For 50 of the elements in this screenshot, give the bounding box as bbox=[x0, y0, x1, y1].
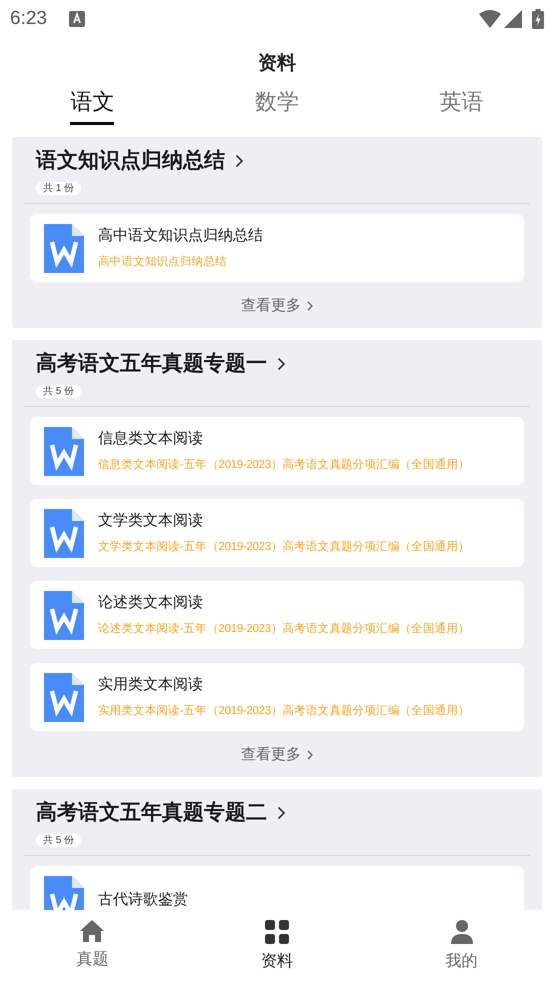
document-description: 实用类文本阅读-五年（2019-2023）高考语文真题分项汇编（全国通用） bbox=[98, 704, 470, 718]
section-title[interactable]: 语文知识点归纳总结 bbox=[36, 147, 244, 175]
document-title: 文学类文本阅读 bbox=[98, 512, 204, 530]
document-title: 信息类文本阅读 bbox=[98, 430, 204, 448]
document-item[interactable]: 信息类文本阅读 信息类文本阅读-五年（2019-2023）高考语文真题分项汇编（全国通用） bbox=[30, 417, 524, 485]
document-item[interactable]: 文学类文本阅读 文学类文本阅读-五年（2019-2023）高考语文真题分项汇编（全国通用） bbox=[30, 499, 524, 567]
document-title: 实用类文本阅读 bbox=[98, 676, 204, 694]
signal-icon bbox=[504, 10, 522, 28]
word-document-icon bbox=[44, 224, 84, 272]
chevron-right-icon bbox=[277, 357, 286, 371]
chevron-right-icon bbox=[235, 154, 244, 168]
keyboard-icon bbox=[68, 11, 85, 27]
nav-tab[interactable]: 我的 bbox=[369, 910, 554, 984]
page-title: 资料 bbox=[258, 52, 296, 76]
nav-tab[interactable]: 真题 bbox=[0, 910, 185, 984]
document-description: 高中语文知识点归纳总结 bbox=[98, 255, 228, 269]
document-description: 文学类文本阅读-五年（2019-2023）高考语文真题分项汇编（全国通用） bbox=[98, 540, 470, 554]
count-badge: 共 1 份 bbox=[36, 182, 82, 195]
subject-tab[interactable]: 语文 bbox=[70, 86, 114, 125]
view-more-link[interactable]: 查看更多 bbox=[241, 296, 313, 316]
word-document-icon bbox=[44, 508, 84, 558]
chevron-right-icon bbox=[307, 301, 313, 311]
nav-tab[interactable]: 资料 bbox=[184, 910, 370, 984]
document-item[interactable]: 论述类文本阅读 论述类文本阅读-五年（2019-2023）高考语文真题分项汇编（全国通用） bbox=[30, 581, 524, 649]
chevron-right-icon bbox=[307, 750, 313, 760]
subject-tab[interactable]: 数学 bbox=[255, 86, 299, 125]
view-more-link[interactable]: 查看更多 bbox=[241, 745, 313, 765]
chevron-right-icon bbox=[277, 806, 286, 820]
wifi-icon bbox=[479, 10, 501, 28]
word-document-icon bbox=[44, 426, 84, 476]
document-description: 论述类文本阅读-五年（2019-2023）高考语文真题分项汇编（全国通用） bbox=[98, 622, 470, 636]
word-document-icon bbox=[44, 672, 84, 722]
document-title: 高中语文知识点归纳总结 bbox=[98, 227, 263, 245]
document-item[interactable]: 高中语文知识点归纳总结 高中语文知识点归纳总结 bbox=[30, 214, 524, 282]
word-document-icon bbox=[44, 590, 84, 640]
count-badge: 共 5 份 bbox=[36, 385, 82, 398]
status-time: 6:23 bbox=[10, 6, 47, 31]
section-title[interactable]: 高考语文五年真题专题二 bbox=[36, 799, 286, 827]
document-item[interactable]: 实用类文本阅读 实用类文本阅读-五年（2019-2023）高考语文真题分项汇编（全国通用） bbox=[30, 663, 524, 731]
document-title: 论述类文本阅读 bbox=[98, 594, 204, 612]
home-icon bbox=[80, 920, 104, 942]
document-title: 古代诗歌鉴赏 bbox=[98, 891, 188, 909]
person-icon bbox=[450, 920, 473, 944]
document-item[interactable]: 古代诗歌鉴赏 bbox=[30, 866, 524, 910]
grid-icon bbox=[265, 920, 289, 944]
count-badge: 共 5 份 bbox=[36, 834, 82, 847]
battery-icon bbox=[532, 9, 544, 29]
subject-tab[interactable]: 英语 bbox=[440, 86, 484, 125]
section-title[interactable]: 高考语文五年真题专题一 bbox=[36, 350, 286, 378]
document-description: 信息类文本阅读-五年（2019-2023）高考语文真题分项汇编（全国通用） bbox=[98, 458, 470, 472]
